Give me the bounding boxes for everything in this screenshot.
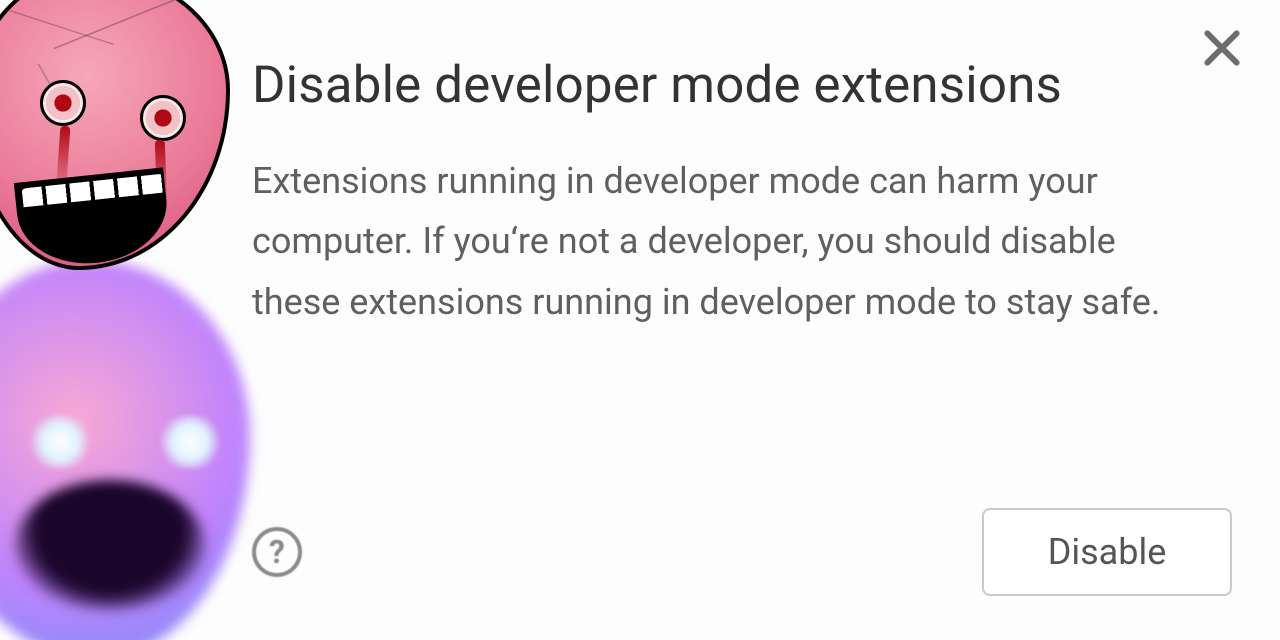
top-face-eye-left — [40, 80, 86, 126]
help-button[interactable]: ? — [252, 527, 302, 577]
top-face-tear-left — [56, 126, 71, 197]
top-face-teeth — [21, 171, 165, 208]
bottom-face-mouth — [15, 480, 205, 610]
dialog-title: Disable developer mode extensions — [252, 56, 1224, 115]
dialog-content: Disable developer mode extensions Extens… — [252, 56, 1224, 332]
dialog-footer: ? Disable — [252, 508, 1232, 596]
dialog-root: Disable developer mode extensions Extens… — [0, 0, 1280, 640]
disable-button[interactable]: Disable — [982, 508, 1232, 596]
bottom-face-glow — [0, 260, 250, 640]
meme-face-decoration — [0, 0, 260, 640]
top-face-eye-right — [140, 95, 186, 141]
bottom-face-eye-left — [25, 415, 95, 469]
bottom-face-eye-right — [155, 415, 225, 469]
help-icon: ? — [269, 533, 285, 571]
dialog-body: Extensions running in developer mode can… — [252, 151, 1212, 332]
top-face-mouth — [14, 167, 172, 270]
top-face-tear-right — [155, 140, 167, 210]
top-face-head — [0, 0, 230, 270]
